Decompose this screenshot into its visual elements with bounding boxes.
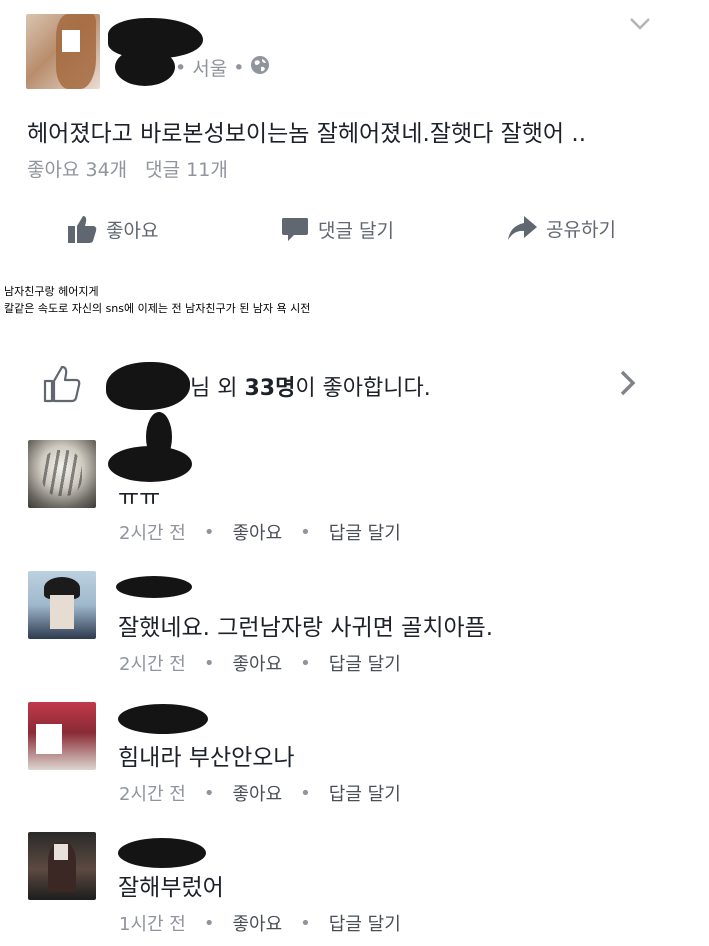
post-text: 헤어졌다고 바로본성보이는놈 잘헤어졌네.잘햇다 잘햇어 .. [27, 121, 587, 147]
like-button[interactable]: 좋아요 [66, 214, 158, 244]
like-label: 좋아요 [106, 219, 159, 242]
avatar-stripe-pattern [42, 450, 82, 496]
author-avatar[interactable] [26, 14, 100, 89]
meta-dot: • [203, 912, 215, 934]
comments-count[interactable]: 댓글 11개 [145, 155, 228, 182]
share-arrow-icon [506, 214, 538, 242]
post-meta: • 서울 • [175, 54, 270, 81]
likes-count[interactable]: 좋아요 34개 [27, 155, 127, 182]
commenter-name-redacted[interactable] [118, 704, 208, 734]
meta-dot: • [175, 56, 187, 79]
post-location[interactable]: 서울 [192, 54, 227, 81]
comment-like-link[interactable]: 좋아요 [232, 519, 282, 545]
meta-dot: • [300, 652, 311, 674]
comment-time[interactable]: 2시간 전 [119, 519, 186, 545]
comment-text: ㅠㅠ [118, 485, 161, 511]
avatar-face-blur [50, 595, 74, 629]
comment-meta: 2시간 전 • 좋아요 • 답글 달기 [119, 519, 401, 545]
meta-dot: • [300, 912, 311, 934]
share-button[interactable]: 공유하기 [506, 214, 616, 242]
comment-text: 잘해부렀어 [118, 875, 224, 901]
commenter-avatar[interactable] [28, 832, 96, 900]
likes-summary[interactable]: 님 외 33명이 좋아합니다. [190, 370, 431, 402]
meta-dot: • [203, 652, 215, 674]
likes-summary-count: 33명 [244, 376, 296, 401]
chevron-down-icon[interactable] [628, 16, 652, 36]
thumbs-up-icon [66, 214, 98, 244]
comment-bubble-icon [280, 214, 310, 244]
avatar-face-blur [62, 30, 80, 52]
caption-line-1: 남자친구랑 헤어지게 [4, 285, 99, 298]
comment-reply-link[interactable]: 답글 달기 [329, 519, 401, 545]
post-stats: 좋아요 34개 댓글 11개 [27, 155, 228, 182]
likes-bar-thumb-icon[interactable] [42, 364, 82, 408]
likes-summary-pre: 님 외 [190, 376, 245, 401]
comment-button[interactable]: 댓글 달기 [280, 214, 394, 244]
caption-line-2: 칼같은 속도로 자신의 sns에 이제는 전 남자친구가 된 남자 욕 시전 [4, 302, 311, 315]
comment-meta: 2시간 전 • 좋아요 • 답글 달기 [119, 650, 401, 676]
comment-like-link[interactable]: 좋아요 [232, 650, 282, 676]
commenter-name-redacted[interactable] [118, 838, 206, 868]
comment-reply-link[interactable]: 답글 달기 [329, 780, 401, 806]
avatar-face-blur [36, 724, 62, 754]
comment-time[interactable]: 2시간 전 [119, 780, 186, 806]
meta-dot: • [300, 521, 311, 543]
comment-reply-link[interactable]: 답글 달기 [329, 650, 401, 676]
avatar-face-blur [54, 844, 68, 860]
chevron-right-icon[interactable] [618, 368, 638, 402]
meta-dot: • [300, 782, 311, 804]
comment-time[interactable]: 1시간 전 [119, 910, 186, 936]
commenter-avatar[interactable] [28, 440, 96, 508]
globe-icon[interactable] [250, 55, 270, 80]
liker-name-redacted[interactable] [106, 362, 190, 410]
comment-time[interactable]: 2시간 전 [119, 650, 186, 676]
comment-meta: 2시간 전 • 좋아요 • 답글 달기 [119, 780, 401, 806]
commenter-name-redacted[interactable] [116, 576, 192, 598]
comment-label: 댓글 달기 [318, 219, 394, 242]
comment-like-link[interactable]: 좋아요 [232, 910, 282, 936]
comment-text: 힘내라 부산안오나 [118, 745, 295, 771]
meta-dot: • [203, 521, 215, 543]
comment-text: 잘했네요. 그런남자랑 사귀면 골치아픔. [118, 615, 494, 641]
commenter-avatar[interactable] [28, 702, 96, 770]
author-name-redacted-2 [115, 48, 175, 86]
commenter-name-redacted-2 [146, 412, 172, 462]
commenter-avatar[interactable] [28, 571, 96, 639]
comment-reply-link[interactable]: 답글 달기 [329, 910, 401, 936]
likes-summary-post: 이 좋아합니다. [295, 376, 431, 401]
meta-dot: • [233, 56, 245, 79]
comment-meta: 1시간 전 • 좋아요 • 답글 달기 [119, 910, 401, 936]
meta-dot: • [203, 782, 215, 804]
share-label: 공유하기 [546, 218, 616, 241]
comment-like-link[interactable]: 좋아요 [232, 780, 282, 806]
